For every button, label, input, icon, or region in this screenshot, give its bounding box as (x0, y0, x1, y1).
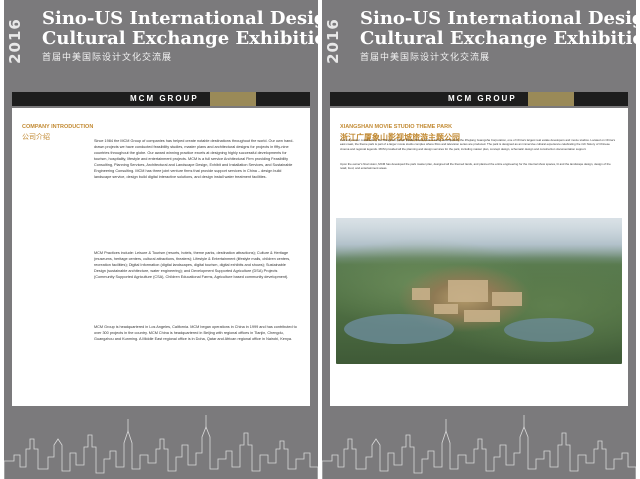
park-building (492, 292, 522, 306)
city-skyline-illustration (322, 415, 636, 479)
park-building (412, 288, 430, 300)
body-paragraph-2: MCM Practices include: Leisure & Tourism… (94, 251, 291, 279)
body-paragraph-1: Since 1984 the MCM Group of companies ha… (94, 139, 294, 179)
brand-accent-block (210, 92, 256, 106)
document-page: XIANGSHAN MOVIE STUDIO THEME PARK 浙江广厦象山… (330, 108, 628, 406)
section-heading-en: COMPANY INTRODUCTION (22, 124, 94, 130)
body-paragraph-1: Currently under construction, the Xiangs… (340, 138, 616, 151)
theme-park-aerial-image (336, 218, 622, 364)
brand-accent-block (528, 92, 574, 106)
body-paragraph-2: Upon the owner's final vision, MCM has d… (340, 162, 611, 171)
city-skyline-illustration (4, 415, 318, 479)
exhibition-title-line2: Cultural Exchange Exhibition (42, 28, 318, 49)
park-building (448, 280, 488, 302)
body-paragraph-3: MCM Group is headquartered in Los Angele… (94, 325, 297, 341)
left-poster-panel: 2016 Sino-US International Design Cultur… (4, 0, 318, 479)
exhibition-title-line2: Cultural Exchange Exhibition (360, 28, 636, 49)
exhibition-subtitle-cn: 首届中美国际设计文化交流展 (360, 52, 491, 62)
year-label: 2016 (5, 18, 24, 64)
brand-bar: MCM GROUP (12, 92, 310, 106)
exhibition-title-line1: Sino-US International Design (42, 8, 318, 29)
brand-label: MCM GROUP (130, 94, 199, 103)
year-label: 2016 (323, 18, 342, 64)
section-heading-en: XIANGSHAN MOVIE STUDIO THEME PARK (340, 124, 453, 130)
lake-shape (504, 318, 594, 342)
park-building (434, 304, 458, 314)
right-poster-panel: 2016 Sino-US International Design Cultur… (322, 0, 636, 479)
sky-haze (336, 218, 622, 258)
exhibition-subtitle-cn: 首届中美国际设计文化交流展 (42, 52, 173, 62)
brand-bar: MCM GROUP (330, 92, 628, 106)
lake-shape (344, 314, 454, 344)
brand-label: MCM GROUP (448, 94, 517, 103)
section-heading-cn: 公司介绍 (22, 134, 50, 141)
exhibition-title-line1: Sino-US International Design (360, 8, 636, 29)
document-page: COMPANY INTRODUCTION 公司介绍 Since 1984 the… (12, 108, 310, 406)
park-building (464, 310, 500, 322)
